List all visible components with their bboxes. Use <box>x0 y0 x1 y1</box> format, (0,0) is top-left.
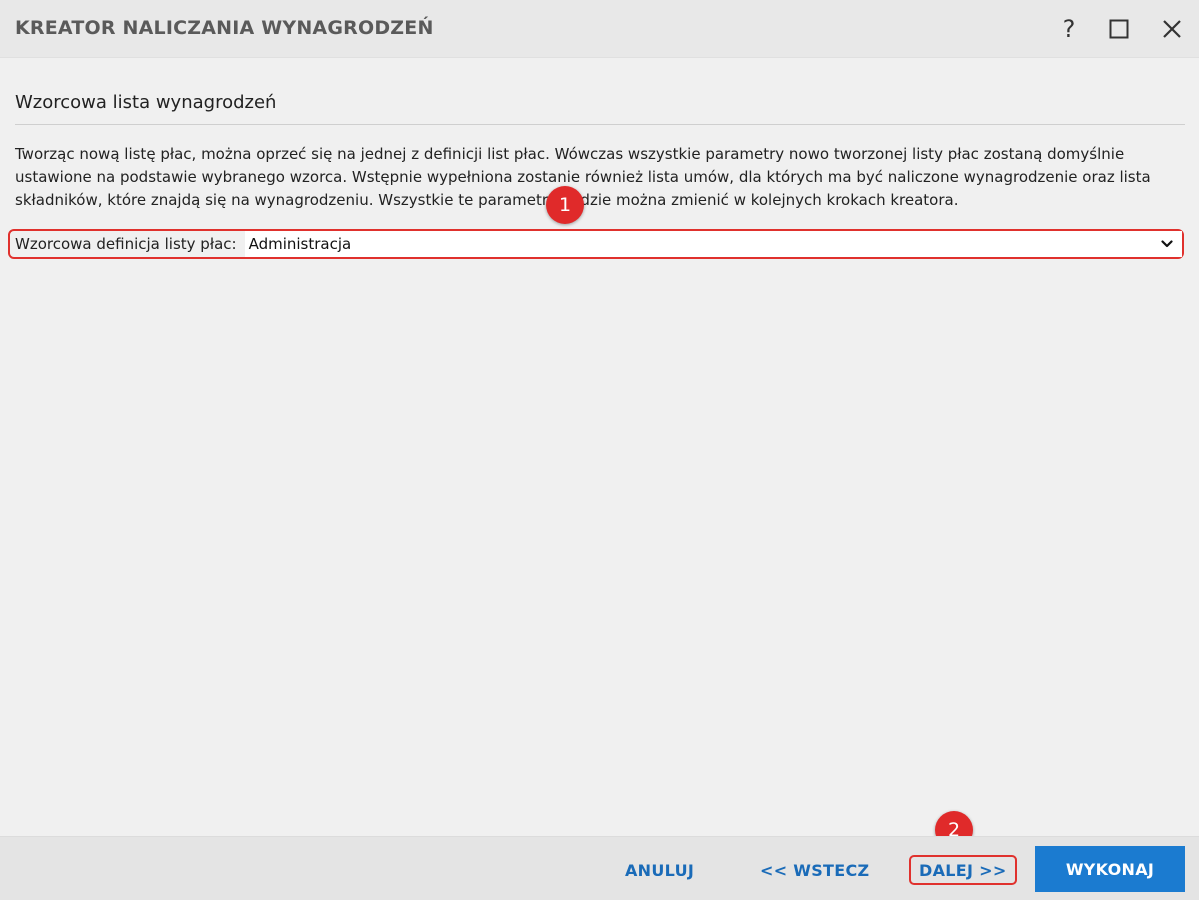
wizard-window: KREATOR NALICZANIA WYNAGRODZEŃ ? Wzorcow… <box>0 0 1199 900</box>
close-icon <box>1163 20 1181 38</box>
template-definition-label: Wzorcowa definicja listy płac: <box>15 235 237 253</box>
back-button[interactable]: << WSTECZ <box>760 861 869 880</box>
section-title: Wzorcowa lista wynagrodzeń <box>15 92 277 113</box>
template-definition-value: Administracja <box>248 235 352 253</box>
cancel-button[interactable]: ANULUJ <box>625 861 694 880</box>
maximize-button[interactable] <box>1104 14 1134 44</box>
section-divider <box>15 124 1185 125</box>
help-button[interactable]: ? <box>1054 14 1084 44</box>
window-title: KREATOR NALICZANIA WYNAGRODZEŃ <box>15 17 434 39</box>
close-button[interactable] <box>1157 14 1187 44</box>
template-definition-select[interactable]: Administracja <box>244 231 1182 257</box>
title-bar: KREATOR NALICZANIA WYNAGRODZEŃ ? <box>0 0 1199 58</box>
maximize-icon <box>1109 19 1129 39</box>
next-button[interactable]: DALEJ >> <box>909 855 1017 885</box>
section-description: Tworząc nową listę płac, można oprzeć si… <box>15 145 1151 209</box>
template-definition-row: Wzorcowa definicja listy płac: Administr… <box>8 229 1184 259</box>
chevron-down-icon <box>1160 237 1174 251</box>
wizard-footer: ANULUJ << WSTECZ DALEJ >> WYKONAJ <box>0 836 1199 900</box>
annotation-badge-1: 1 <box>546 186 584 224</box>
execute-button[interactable]: WYKONAJ <box>1035 846 1185 892</box>
